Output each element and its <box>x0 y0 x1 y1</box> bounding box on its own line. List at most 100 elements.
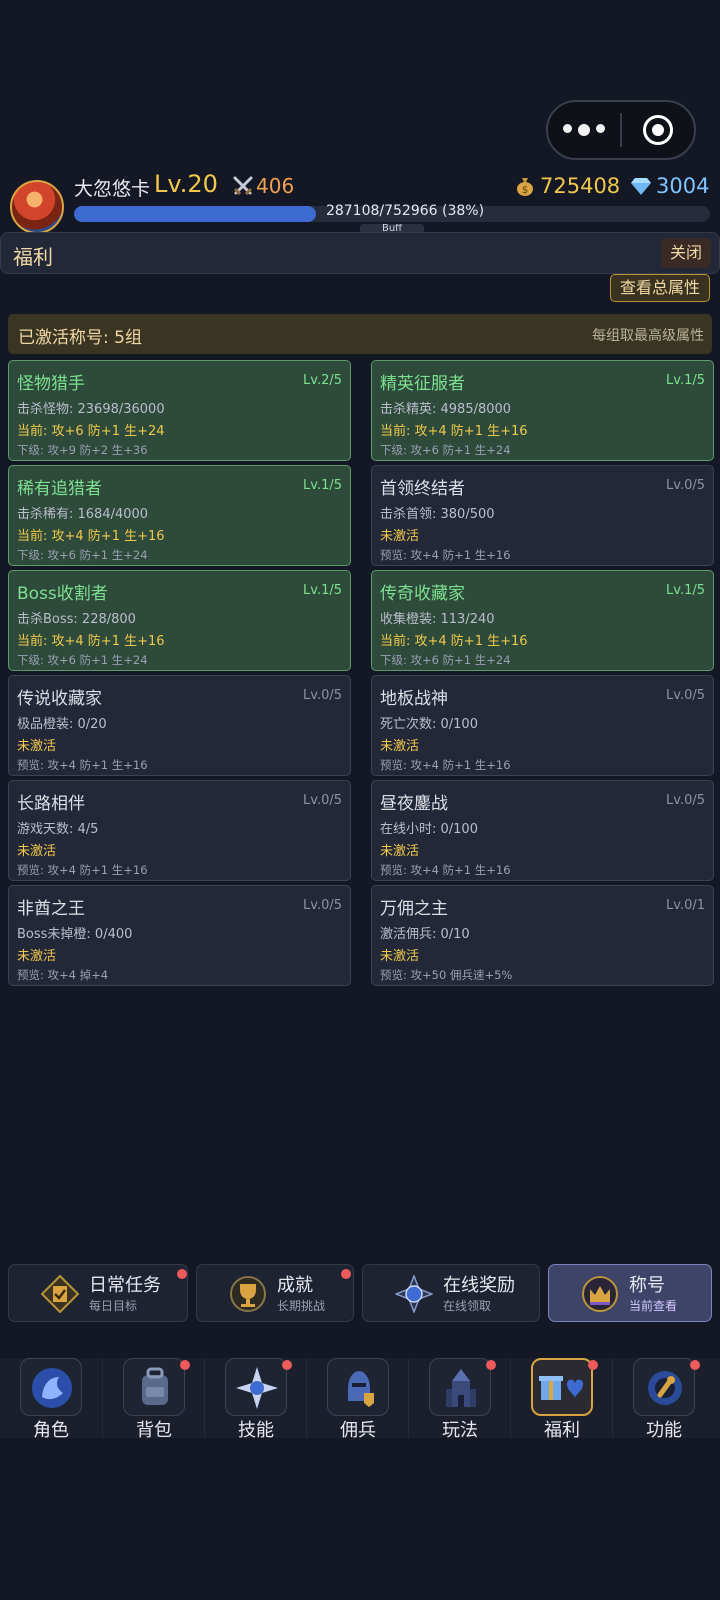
summary-rule-note: 每组取最高级属性 <box>592 328 704 344</box>
nav-label: 玩法 <box>442 1420 478 1441</box>
title-progress: 死亡次数: 0/100 <box>380 717 478 732</box>
nav-character[interactable]: 角色 <box>0 1358 102 1441</box>
nav-function[interactable]: 功能 <box>612 1358 720 1441</box>
title-name: 长路相伴 <box>17 794 85 814</box>
gift-icon <box>531 1358 593 1416</box>
title-progress: 收集橙装: 113/240 <box>380 612 495 627</box>
player-name: 大忽悠卡 <box>74 178 151 200</box>
nav-label: 功能 <box>646 1420 682 1441</box>
title-level: Lv.0/5 <box>303 898 342 913</box>
title-card[interactable]: 首领终结者 Lv.0/5 击杀首领: 380/500 未激活 预览: 攻+4 防+1 生… <box>371 465 714 566</box>
online-reward-icon <box>395 1275 433 1313</box>
title-name: 传奇收藏家 <box>380 584 465 604</box>
title-name: Boss收割者 <box>17 584 108 604</box>
welfare-subtabs: 日常任务 每日目标 成就 长期挑战 在线奖励 在线领取 称号 当前查看 <box>8 1264 712 1324</box>
title-next-effect: 预览: 攻+4 防+1 生+16 <box>380 863 511 877</box>
title-current-effect: 未激活 <box>380 949 420 964</box>
subtab-label: 日常任务 <box>89 1275 161 1296</box>
miniprogram-capsule <box>546 100 696 160</box>
title-current-effect: 当前: 攻+4 防+1 生+16 <box>380 634 528 649</box>
title-next-effect: 下级: 攻+6 防+1 生+24 <box>17 548 148 562</box>
title-card[interactable]: 精英征服者 Lv.1/5 击杀精英: 4985/8000 当前: 攻+4 防+1 生+… <box>371 360 714 461</box>
title-name: 怪物猎手 <box>17 374 85 394</box>
title-current-effect: 未激活 <box>380 529 420 544</box>
title-name: 传说收藏家 <box>17 689 102 709</box>
close-button[interactable]: 关闭 <box>661 238 711 268</box>
subtab-title[interactable]: 称号 当前查看 <box>548 1264 712 1322</box>
title-card[interactable]: 万佣之主 Lv.0/1 激活佣兵: 0/10 未激活 预览: 攻+50 佣兵速+5% <box>371 885 714 986</box>
player-level: Lv.20 <box>154 170 218 198</box>
active-titles-summary: 已激活称号: 5组 每组取最高级属性 <box>8 314 712 354</box>
active-titles-count: 已激活称号: 5组 <box>18 328 142 348</box>
title-level: Lv.0/5 <box>666 793 705 808</box>
nav-backpack[interactable]: 背包 <box>102 1358 204 1441</box>
title-current-effect: 当前: 攻+4 防+1 生+16 <box>17 634 165 649</box>
notification-dot <box>690 1360 700 1370</box>
title-card[interactable]: 稀有追猎者 Lv.1/5 击杀稀有: 1684/4000 当前: 攻+4 防+1 生+… <box>8 465 351 566</box>
character-icon <box>20 1358 82 1416</box>
title-progress: 击杀首领: 380/500 <box>380 507 495 522</box>
gold-value: 725408 <box>540 174 621 198</box>
title-progress: 极品橙装: 0/20 <box>17 717 107 732</box>
title-card[interactable]: 怪物猎手 Lv.2/5 击杀怪物: 23698/36000 当前: 攻+6 防+1 生… <box>8 360 351 461</box>
title-card[interactable]: 地板战神 Lv.0/5 死亡次数: 0/100 未激活 预览: 攻+4 防+1 生+16 <box>371 675 714 776</box>
view-total-attributes-button[interactable]: 查看总属性 <box>610 274 710 302</box>
subtab-label: 成就 <box>277 1275 313 1296</box>
title-card[interactable]: 传说收藏家 Lv.0/5 极品橙装: 0/20 未激活 预览: 攻+4 防+1 生+16 <box>8 675 351 776</box>
title-card[interactable]: 非酋之王 Lv.0/5 Boss未掉橙: 0/400 未激活 预览: 攻+4 掉+4 <box>8 885 351 986</box>
title-grid: 怪物猎手 Lv.2/5 击杀怪物: 23698/36000 当前: 攻+6 防+1 生… <box>8 360 714 986</box>
title-current-effect: 未激活 <box>380 844 420 859</box>
subtab-label: 在线奖励 <box>443 1275 515 1296</box>
subtab-achievement[interactable]: 成就 长期挑战 <box>196 1264 354 1322</box>
title-next-effect: 下级: 攻+9 防+2 生+36 <box>17 443 148 457</box>
title-card[interactable]: 昼夜鏖战 Lv.0/5 在线小时: 0/100 未激活 预览: 攻+4 防+1 生+16 <box>371 780 714 881</box>
nav-skill[interactable]: 技能 <box>204 1358 306 1441</box>
title-level: Lv.0/5 <box>303 688 342 703</box>
title-next-effect: 预览: 攻+4 掉+4 <box>17 968 109 982</box>
diamond-icon <box>631 178 651 195</box>
skill-icon <box>225 1358 287 1416</box>
nav-label: 福利 <box>544 1420 580 1441</box>
notification-dot <box>180 1360 190 1370</box>
title-current-effect: 未激活 <box>17 949 57 964</box>
title-level: Lv.0/5 <box>666 478 705 493</box>
title-current-effect: 未激活 <box>17 739 57 754</box>
bottom-navigation: 角色 背包 技能 佣兵 玩法 福利 功能 <box>0 1358 720 1441</box>
nav-gameplay[interactable]: 玩法 <box>408 1358 510 1441</box>
notification-dot <box>341 1269 351 1279</box>
nav-label: 佣兵 <box>340 1420 376 1441</box>
subtab-sub: 当前查看 <box>629 1299 678 1313</box>
nav-label: 技能 <box>238 1420 274 1441</box>
title-card[interactable]: 长路相伴 Lv.0/5 游戏天数: 4/5 未激活 预览: 攻+4 防+1 生+16 <box>8 780 351 881</box>
player-avatar[interactable] <box>10 180 64 234</box>
notification-dot <box>588 1360 598 1370</box>
gem-value: 3004 <box>656 174 710 198</box>
title-name: 非酋之王 <box>17 899 85 919</box>
title-progress: 击杀稀有: 1684/4000 <box>17 507 149 522</box>
mercenary-icon <box>327 1358 389 1416</box>
money-bag-icon: $ <box>517 178 533 196</box>
title-next-effect: 预览: 攻+4 防+1 生+16 <box>17 863 148 877</box>
title-current-effect: 当前: 攻+4 防+1 生+16 <box>17 529 165 544</box>
gameplay-icon <box>429 1358 491 1416</box>
more-menu-icon[interactable] <box>548 124 620 136</box>
combat-power: 406 <box>232 174 294 198</box>
title-level: Lv.0/5 <box>666 688 705 703</box>
crossed-swords-icon <box>233 176 253 196</box>
title-progress: 击杀Boss: 228/800 <box>17 612 136 627</box>
title-level: Lv.1/5 <box>666 583 705 598</box>
title-next-effect: 下级: 攻+6 防+1 生+24 <box>380 653 511 667</box>
combat-power-value: 406 <box>256 174 295 198</box>
title-card[interactable]: 传奇收藏家 Lv.1/5 收集橙装: 113/240 当前: 攻+4 防+1 生+16… <box>371 570 714 671</box>
close-miniprogram-icon[interactable] <box>622 115 694 145</box>
subtab-sub: 每日目标 <box>89 1299 138 1313</box>
nav-welfare[interactable]: 福利 <box>510 1358 612 1441</box>
title-name: 稀有追猎者 <box>17 479 102 499</box>
title-name: 首领终结者 <box>380 479 465 499</box>
subtab-online-reward[interactable]: 在线奖励 在线领取 <box>362 1264 540 1322</box>
title-card[interactable]: Boss收割者 Lv.1/5 击杀Boss: 228/800 当前: 攻+4 防+1 … <box>8 570 351 671</box>
welfare-panel-header: 福利 关闭 <box>0 232 720 274</box>
gem-counter: 3004 <box>630 174 709 198</box>
subtab-daily-task[interactable]: 日常任务 每日目标 <box>8 1264 188 1322</box>
nav-mercenary[interactable]: 佣兵 <box>306 1358 408 1441</box>
